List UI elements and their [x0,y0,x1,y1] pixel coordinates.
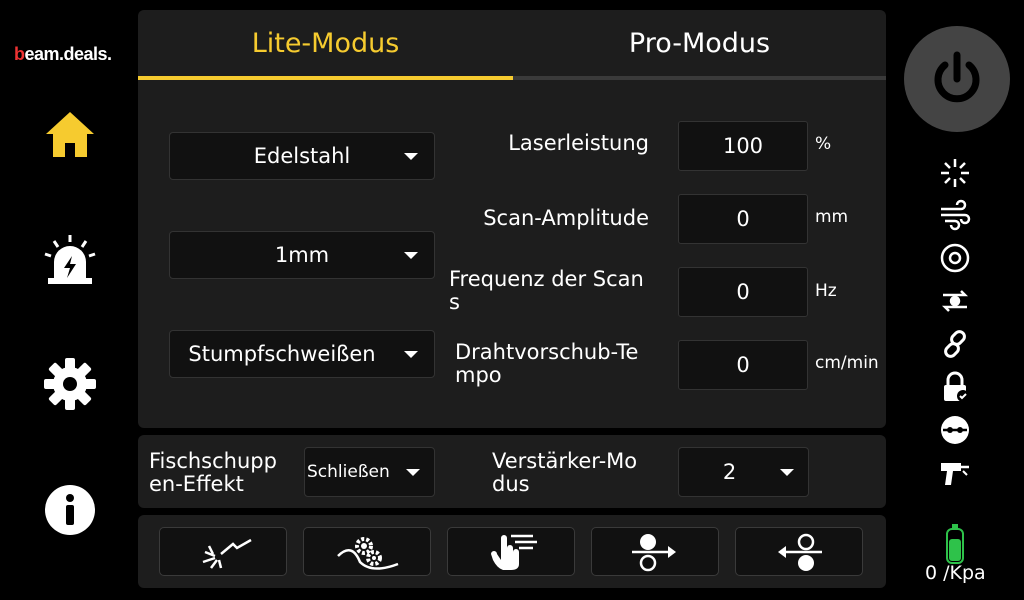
link-icon [938,327,972,361]
wire-reverse-button[interactable] [735,527,863,576]
scan-frequency-label: Frequenz der Scan s [449,267,644,314]
info-icon[interactable] [40,480,100,540]
tab-lite-mode[interactable]: Lite-Modus [138,10,513,80]
weld-type-value: Stumpfschweißen [188,342,376,366]
thickness-dropdown[interactable]: 1mm [169,231,435,279]
wire-forward-button[interactable] [591,527,719,576]
settings-gear-icon[interactable] [40,354,100,414]
material-value: Edelstahl [253,144,351,168]
wire-detect-icon [938,413,972,447]
alarm-icon[interactable] [40,230,100,290]
weld-spark-icon [202,538,252,569]
brand-logo: beam.deals. [14,44,112,64]
thickness-value: 1mm [274,243,330,267]
lock-icon [938,370,972,404]
amplifier-mode-value: 2 [722,460,737,484]
wire-feed-label: Drahtvorschub-Te mpo [455,340,639,387]
wire-feed-unit: cm/min [815,353,879,373]
amplifier-mode-label: Verstärker-Mo dus [492,449,638,496]
chevron-down-icon [404,252,418,259]
wire-reverse-icon [778,533,822,571]
scan-amplitude-unit: mm [815,207,849,227]
laser-power-field[interactable]: 100 [678,121,808,171]
manual-gas-button[interactable] [447,527,575,576]
chevron-down-icon [780,469,794,476]
fish-scale-dropdown[interactable]: Schließen [304,447,435,497]
pressure-readout: 0 /Kpa [925,562,986,584]
wire-feed-gears-button[interactable] [303,527,431,576]
power-button[interactable] [904,26,1010,132]
weld-type-dropdown[interactable]: Stumpfschweißen [169,330,435,378]
home-icon[interactable] [40,104,100,164]
lens-protection-icon [938,241,972,275]
laser-power-unit: % [815,134,832,154]
welding-gun-icon [938,456,972,490]
tab-pro-mode[interactable]: Pro-Modus [513,10,886,80]
power-icon [934,51,980,103]
laser-power-label: Laserleistung [508,131,649,155]
fish-scale-label: Fischschupp en-Effekt [149,449,277,496]
fish-scale-value: Schließen [307,462,390,482]
laser-status-icon [938,156,972,190]
cycle-icon [938,284,972,318]
wire-feed-field[interactable]: 0 [678,340,808,390]
scan-amplitude-field[interactable]: 0 [678,194,808,244]
wire-forward-icon [632,533,676,571]
chevron-down-icon [406,469,420,476]
scan-amplitude-label: Scan-Amplitude [483,206,649,230]
chevron-down-icon [404,351,418,358]
gears-icon [337,536,399,570]
chevron-down-icon [404,153,418,160]
scan-frequency-unit: Hz [815,281,837,301]
material-dropdown[interactable]: Edelstahl [169,132,435,180]
amplifier-mode-dropdown[interactable]: 2 [678,447,809,497]
scan-frequency-field[interactable]: 0 [678,267,808,317]
weld-spark-button[interactable] [159,527,287,576]
hand-touch-icon [491,534,537,570]
gas-flow-icon [938,198,972,232]
